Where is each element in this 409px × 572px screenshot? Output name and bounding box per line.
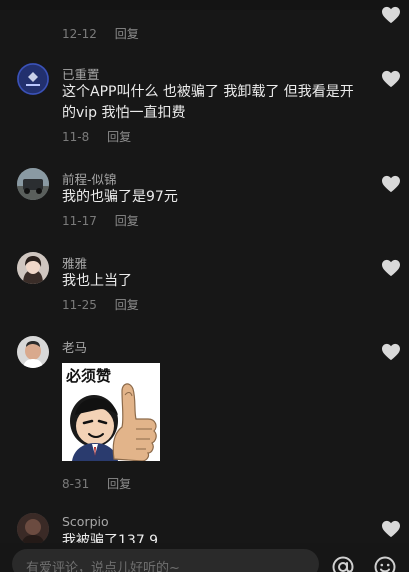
comment-meta: 12-12 回复 xyxy=(62,25,139,42)
heart-icon[interactable] xyxy=(381,175,401,193)
heart-icon[interactable] xyxy=(381,6,401,24)
reply-button[interactable]: 回复 xyxy=(115,298,139,312)
reply-button[interactable]: 回复 xyxy=(115,214,139,228)
comment-input[interactable]: 有爱评论，说点儿好听的~ xyxy=(12,549,319,572)
avatar[interactable] xyxy=(17,336,49,368)
avatar[interactable] xyxy=(17,168,49,200)
sticker-image[interactable]: 必须赞 xyxy=(62,363,160,461)
comment-text: 这个APP叫什么 也被骗了 我卸载了 但我看是开的vip 我怕一直扣费 xyxy=(62,84,354,121)
comment-date: 8-31 xyxy=(62,477,90,491)
comment-input-bar: 有爱评论，说点儿好听的~ xyxy=(0,543,409,572)
comment-date: 11-8 xyxy=(62,130,90,144)
at-icon[interactable] xyxy=(331,555,355,572)
comment-date: 11-25 xyxy=(62,298,97,312)
comment-date: 12-12 xyxy=(62,27,97,41)
heart-icon[interactable] xyxy=(381,259,401,277)
comment-list: 12-12 回复 已重置 这个APP叫什么 也被骗了 我卸载了 但我看是开的vi… xyxy=(0,0,409,572)
username[interactable]: 老马 xyxy=(62,337,87,356)
reply-button[interactable]: 回复 xyxy=(107,477,131,491)
heart-icon[interactable] xyxy=(381,70,401,88)
comment-input-placeholder: 有爱评论，说点儿好听的~ xyxy=(26,561,180,572)
thumbs-up-face-illustration xyxy=(70,383,157,461)
heart-icon[interactable] xyxy=(381,343,401,361)
comment-meta: 11-8 回复 xyxy=(62,128,131,145)
comment-meta: 8-31 回复 xyxy=(62,475,131,492)
avatar[interactable] xyxy=(17,513,49,545)
username[interactable]: 前程-似锦 xyxy=(62,169,117,188)
comment-text: 我的也骗了是97元 xyxy=(62,189,178,205)
reply-button[interactable]: 回复 xyxy=(107,130,131,144)
heart-icon[interactable] xyxy=(381,520,401,538)
username[interactable]: 已重置 xyxy=(62,64,100,83)
reply-button[interactable]: 回复 xyxy=(115,27,139,41)
comment-date: 11-17 xyxy=(62,214,97,228)
smiley-icon[interactable] xyxy=(373,555,397,572)
comment-meta: 11-17 回复 xyxy=(62,212,139,229)
username[interactable]: 雅雅 xyxy=(62,253,87,272)
top-edge xyxy=(0,0,409,10)
avatar[interactable] xyxy=(17,63,49,95)
comment-meta: 11-25 回复 xyxy=(62,296,139,313)
comment-text: 我也上当了 xyxy=(62,273,132,289)
avatar[interactable] xyxy=(17,252,49,284)
username[interactable]: Scorpio xyxy=(62,514,109,529)
